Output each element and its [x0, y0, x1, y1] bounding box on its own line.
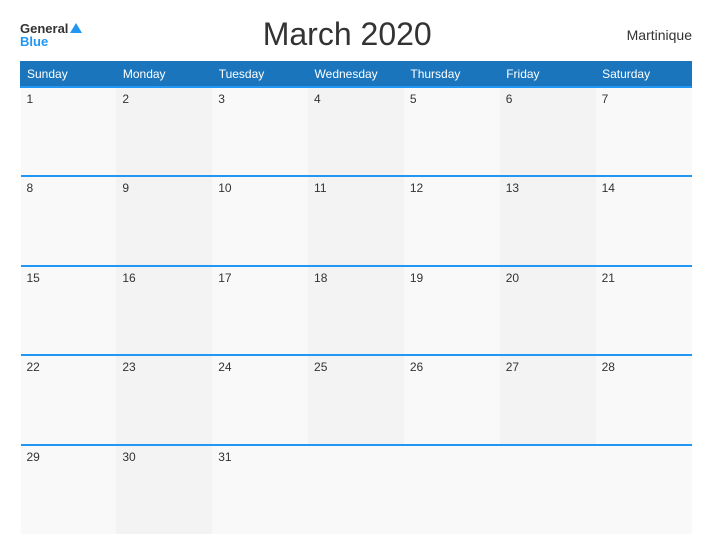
- day-number: 5: [410, 92, 417, 106]
- calendar-day-17: 17: [212, 266, 308, 355]
- calendar-day-25: 25: [308, 355, 404, 444]
- calendar-day-30: 30: [116, 445, 212, 534]
- calendar-day-14: 14: [596, 176, 692, 265]
- day-number: 29: [27, 450, 40, 464]
- calendar-header-row: SundayMondayTuesdayWednesdayThursdayFrid…: [21, 62, 692, 88]
- day-number: 18: [314, 271, 327, 285]
- calendar-day-23: 23: [116, 355, 212, 444]
- logo: General Blue: [20, 22, 82, 48]
- calendar-day-empty: [500, 445, 596, 534]
- day-header-tuesday: Tuesday: [212, 62, 308, 88]
- day-number: 15: [27, 271, 40, 285]
- day-header-wednesday: Wednesday: [308, 62, 404, 88]
- day-number: 13: [506, 181, 519, 195]
- day-number: 3: [218, 92, 225, 106]
- calendar-day-empty: [308, 445, 404, 534]
- calendar-day-18: 18: [308, 266, 404, 355]
- calendar-day-8: 8: [21, 176, 117, 265]
- day-number: 22: [27, 360, 40, 374]
- calendar-day-1: 1: [21, 87, 117, 176]
- calendar-table: SundayMondayTuesdayWednesdayThursdayFrid…: [20, 61, 692, 534]
- logo-general-text: General: [20, 22, 68, 35]
- day-number: 30: [122, 450, 135, 464]
- calendar-week-row: 1 2 3 4 5 6 7: [21, 87, 692, 176]
- day-number: 26: [410, 360, 423, 374]
- day-number: 4: [314, 92, 321, 106]
- day-number: 21: [602, 271, 615, 285]
- calendar-week-row: 22 23 24 25 26 27 28: [21, 355, 692, 444]
- day-number: 8: [27, 181, 34, 195]
- day-number: 24: [218, 360, 231, 374]
- day-number: 1: [27, 92, 34, 106]
- calendar-day-7: 7: [596, 87, 692, 176]
- day-header-thursday: Thursday: [404, 62, 500, 88]
- day-number: 11: [314, 181, 326, 195]
- day-header-sunday: Sunday: [21, 62, 117, 88]
- day-number: 17: [218, 271, 231, 285]
- calendar-day-15: 15: [21, 266, 117, 355]
- calendar-day-24: 24: [212, 355, 308, 444]
- region-label: Martinique: [612, 27, 692, 43]
- day-number: 27: [506, 360, 519, 374]
- day-number: 12: [410, 181, 423, 195]
- calendar-body: 1234567891011121314151617181920212223242…: [21, 87, 692, 534]
- calendar-day-27: 27: [500, 355, 596, 444]
- calendar-day-29: 29: [21, 445, 117, 534]
- logo-triangle-icon: [70, 23, 82, 33]
- day-number: 23: [122, 360, 135, 374]
- calendar-day-13: 13: [500, 176, 596, 265]
- calendar-day-16: 16: [116, 266, 212, 355]
- calendar-day-26: 26: [404, 355, 500, 444]
- calendar-week-row: 15 16 17 18 19 20 21: [21, 266, 692, 355]
- calendar-week-row: 29 30 31: [21, 445, 692, 534]
- page-header: General Blue March 2020 Martinique: [20, 16, 692, 53]
- calendar-day-empty: [596, 445, 692, 534]
- calendar-day-6: 6: [500, 87, 596, 176]
- day-number: 9: [122, 181, 129, 195]
- calendar-day-21: 21: [596, 266, 692, 355]
- calendar-day-31: 31: [212, 445, 308, 534]
- day-header-monday: Monday: [116, 62, 212, 88]
- day-number: 28: [602, 360, 615, 374]
- day-header-saturday: Saturday: [596, 62, 692, 88]
- logo-blue-text: Blue: [20, 35, 48, 48]
- calendar-day-11: 11: [308, 176, 404, 265]
- calendar-day-2: 2: [116, 87, 212, 176]
- calendar-day-12: 12: [404, 176, 500, 265]
- day-header-friday: Friday: [500, 62, 596, 88]
- day-number: 25: [314, 360, 327, 374]
- day-number: 16: [122, 271, 135, 285]
- day-number: 10: [218, 181, 231, 195]
- calendar-week-row: 8 9 10 11 12 13 14: [21, 176, 692, 265]
- calendar-day-28: 28: [596, 355, 692, 444]
- calendar-day-19: 19: [404, 266, 500, 355]
- calendar-day-9: 9: [116, 176, 212, 265]
- calendar-day-22: 22: [21, 355, 117, 444]
- calendar-day-20: 20: [500, 266, 596, 355]
- calendar-day-5: 5: [404, 87, 500, 176]
- day-number: 19: [410, 271, 423, 285]
- day-number: 2: [122, 92, 129, 106]
- calendar-day-10: 10: [212, 176, 308, 265]
- calendar-day-4: 4: [308, 87, 404, 176]
- calendar-day-empty: [404, 445, 500, 534]
- day-number: 7: [602, 92, 609, 106]
- day-number: 20: [506, 271, 519, 285]
- calendar-title: March 2020: [82, 16, 612, 53]
- day-number: 31: [218, 450, 231, 464]
- calendar-day-3: 3: [212, 87, 308, 176]
- day-number: 6: [506, 92, 513, 106]
- day-number: 14: [602, 181, 615, 195]
